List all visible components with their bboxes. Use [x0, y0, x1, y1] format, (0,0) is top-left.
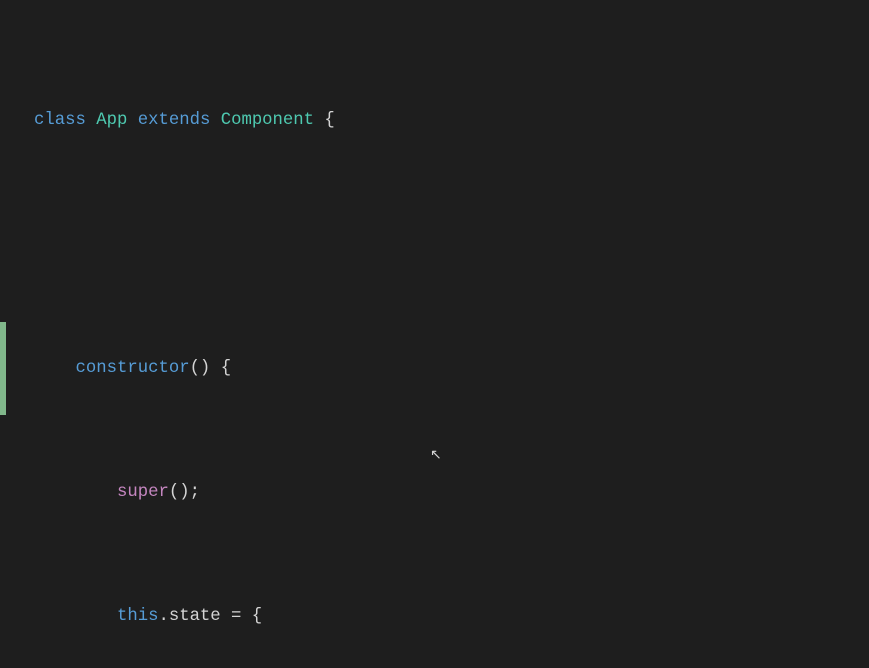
token-brace: { [221, 359, 231, 378]
token-brace: { [324, 111, 334, 130]
token-constructor: constructor [75, 359, 189, 378]
code-line[interactable]: super(); [34, 477, 869, 508]
token-paren: (); [169, 483, 200, 502]
token-state-assign: .state = { [158, 607, 262, 626]
code-line[interactable]: this.state = { [34, 601, 869, 632]
token-keyword: extends [138, 111, 211, 130]
code-editor[interactable]: class App extends Component { constructo… [0, 0, 869, 668]
token-keyword: class [34, 111, 86, 130]
token-paren: () [190, 359, 211, 378]
token-classname: App [96, 111, 127, 130]
token-superclass: Component [221, 111, 314, 130]
code-line[interactable] [34, 229, 869, 260]
token-super: super [117, 483, 169, 502]
code-line[interactable]: constructor() { [34, 353, 869, 384]
token-this: this [117, 607, 158, 626]
code-line[interactable]: class App extends Component { [34, 105, 869, 136]
